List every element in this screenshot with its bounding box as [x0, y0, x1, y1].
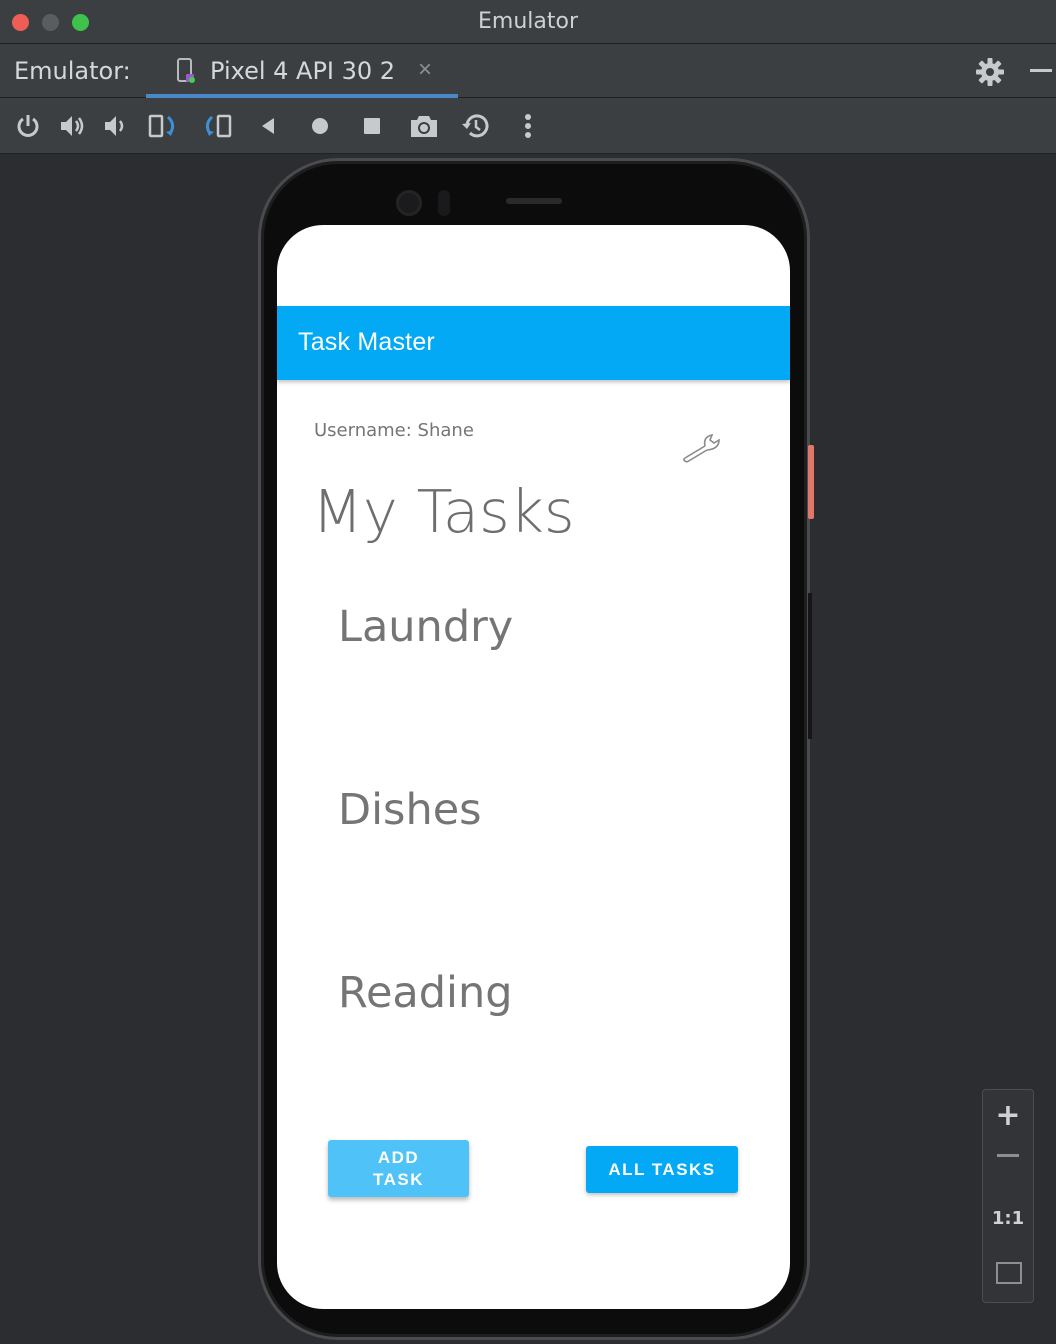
- app-title: Task Master: [298, 328, 435, 356]
- camera-icon[interactable]: [408, 112, 440, 140]
- power-side-button[interactable]: [808, 445, 814, 519]
- device-screen: Task Master Username: Shane My Tasks Lau…: [277, 225, 790, 1309]
- volume-down-icon[interactable]: [102, 112, 130, 140]
- more-icon[interactable]: [514, 112, 542, 140]
- power-icon[interactable]: [14, 112, 42, 140]
- emulator-tabbar: Emulator: Pixel 4 API 30 2 ×: [0, 44, 1056, 98]
- overview-icon[interactable]: [358, 112, 386, 140]
- settings-gear-icon[interactable]: [975, 57, 1005, 87]
- front-camera: [396, 190, 422, 216]
- page-heading: My Tasks: [312, 477, 575, 546]
- zoom-fit-icon[interactable]: [996, 1262, 1022, 1284]
- task-item-laundry[interactable]: Laundry: [338, 602, 513, 652]
- tab-label: Pixel 4 API 30 2: [210, 57, 396, 85]
- window-titlebar: Emulator: [0, 0, 1056, 44]
- volume-side-button[interactable]: [808, 593, 812, 739]
- add-task-label-line2: TASK: [372, 1170, 424, 1189]
- back-icon[interactable]: [254, 112, 282, 140]
- zoom-in-button[interactable]: +: [983, 1098, 1033, 1133]
- emulator-toolbar: [0, 98, 1056, 154]
- window-title: Emulator: [478, 9, 578, 34]
- zoom-out-button[interactable]: [997, 1154, 1019, 1157]
- tab-close-icon[interactable]: ×: [418, 56, 432, 84]
- zoom-controls: + 1:1: [982, 1089, 1034, 1303]
- tabbar-prefix: Emulator:: [14, 57, 131, 85]
- sensor: [438, 190, 450, 216]
- settings-wrench-icon[interactable]: [681, 431, 723, 465]
- task-item-dishes[interactable]: Dishes: [338, 785, 482, 835]
- task-item-reading[interactable]: Reading: [338, 968, 513, 1018]
- rotate-right-icon[interactable]: [200, 112, 232, 140]
- app-bar: Task Master: [277, 306, 790, 380]
- zoom-actual-size-button[interactable]: 1:1: [983, 1208, 1033, 1229]
- add-task-button[interactable]: ADD TASK: [328, 1140, 469, 1197]
- rotate-left-icon[interactable]: [148, 112, 180, 140]
- home-icon[interactable]: [306, 112, 334, 140]
- add-task-label-line1: ADD: [377, 1148, 420, 1167]
- hide-panel-icon[interactable]: [1030, 69, 1052, 72]
- snapshot-icon[interactable]: [460, 112, 492, 140]
- volume-up-icon[interactable]: [58, 112, 86, 140]
- tab-pixel-4[interactable]: Pixel 4 API 30 2 ×: [146, 44, 458, 98]
- all-tasks-button[interactable]: ALL TASKS: [586, 1146, 738, 1193]
- username-label: Username: Shane: [314, 420, 474, 441]
- device-icon: [177, 58, 195, 83]
- earpiece-speaker: [506, 198, 562, 204]
